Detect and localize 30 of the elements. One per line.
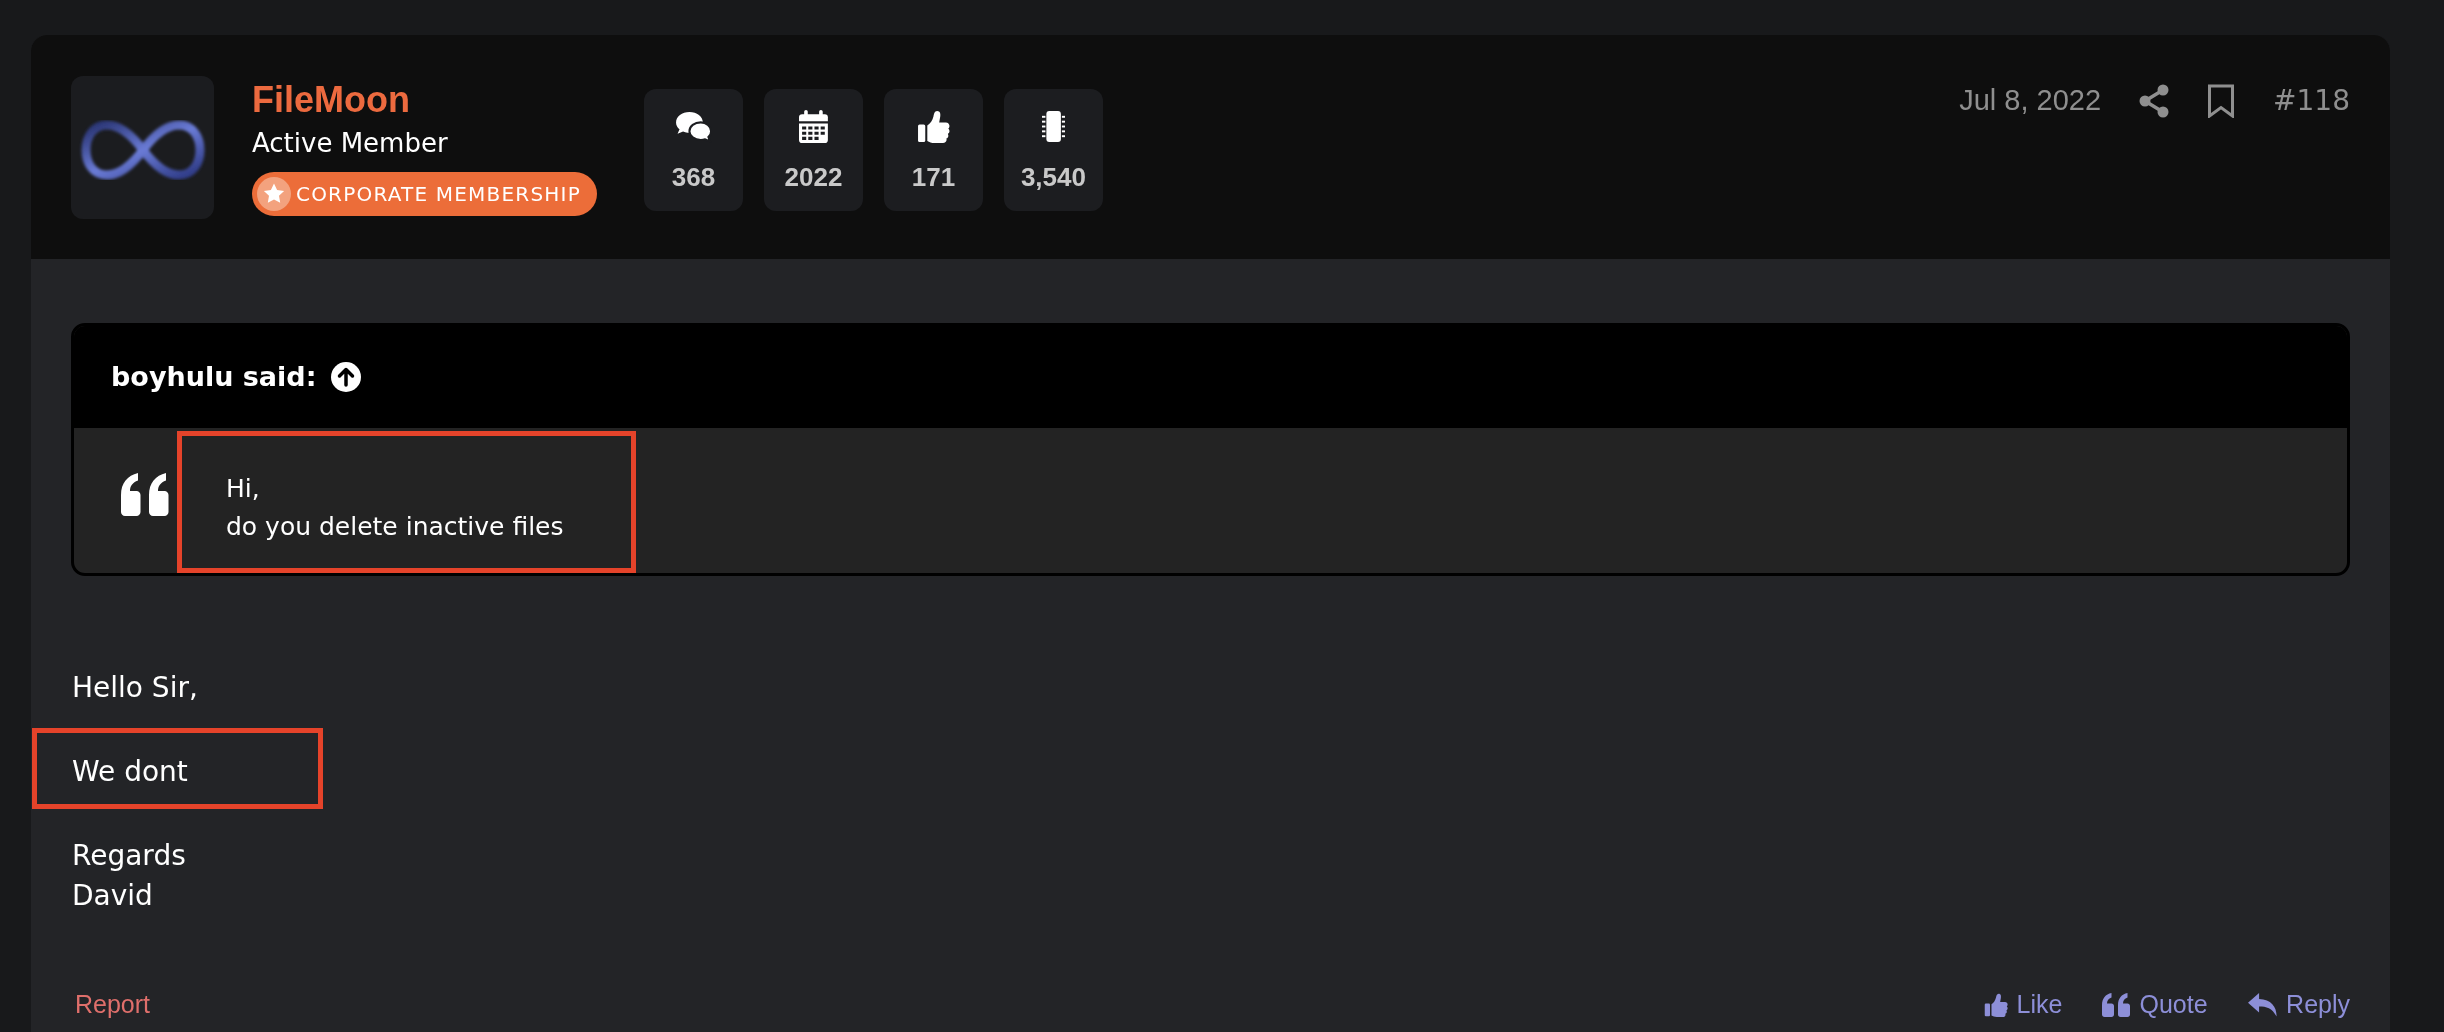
quote-text: Hi, do you delete inactive files [226, 473, 564, 543]
stat-value: 171 [911, 162, 956, 192]
calendar-icon [799, 110, 828, 143]
post-date[interactable]: Jul 8, 2022 [1959, 79, 2102, 123]
reply-arrow-icon [2247, 993, 2278, 1017]
quote-link[interactable]: Quote [2102, 986, 2208, 1024]
stat-value: 3,540 [1020, 162, 1086, 192]
arrow-up-circle-icon[interactable] [331, 362, 362, 392]
quote-mark-icon [2102, 993, 2131, 1017]
post-number[interactable]: #118 [2273, 80, 2350, 122]
report-link[interactable]: Report [75, 986, 151, 1024]
like-link[interactable]: Like [1983, 986, 2063, 1024]
message-paragraph: Hello Sir, [72, 670, 198, 706]
user-name[interactable]: FileMoon [252, 78, 410, 122]
quote-attribution[interactable]: boyhulu said: [111, 356, 317, 398]
message-paragraph: We dont [72, 754, 188, 790]
memory-chip-icon [1041, 110, 1066, 143]
message-paragraph: Regards David [72, 838, 186, 914]
bookmark-icon[interactable] [2207, 84, 2236, 118]
speech-bubbles-icon [674, 110, 712, 143]
stat-value: 368 [671, 162, 716, 192]
thumbs-up-icon [1983, 993, 2008, 1017]
stat-value: 2022 [784, 162, 843, 192]
thumbs-up-icon [916, 110, 950, 143]
quote-mark-icon [121, 473, 170, 516]
membership-label: CORPORATE MEMBERSHIP [296, 181, 581, 208]
reply-link[interactable]: Reply [2247, 986, 2350, 1024]
infinity-logo-icon [71, 76, 214, 219]
share-icon[interactable] [2139, 84, 2170, 118]
user-title: Active Member [252, 128, 448, 158]
